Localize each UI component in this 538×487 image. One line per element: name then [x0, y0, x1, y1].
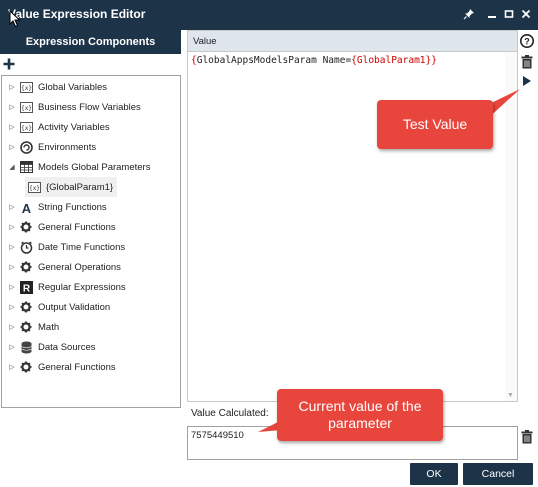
expression-components-tree: ▷ {x} Global Variables ▷ {x} Business Fl…: [1, 75, 181, 408]
tree-item-label: General Functions: [38, 221, 116, 233]
expand-arrow-icon[interactable]: ▷: [7, 283, 17, 291]
tree-item-label: Global Variables: [38, 81, 108, 93]
expression-inner-param: {GlobalParam1}: [351, 55, 432, 66]
trash-icon[interactable]: [521, 55, 533, 69]
tree-item-math[interactable]: ▷ Math: [2, 317, 59, 337]
svg-text:{x}: {x}: [21, 125, 32, 132]
expand-arrow-icon[interactable]: ▷: [7, 83, 17, 91]
vertical-scrollbar[interactable]: ▼: [505, 52, 517, 401]
tree-item-globalparam1[interactable]: {x} {GlobalParam1}: [25, 177, 118, 197]
expand-arrow-icon[interactable]: ▷: [7, 323, 17, 331]
svg-text:R: R: [22, 283, 30, 294]
scroll-down-arrow-icon[interactable]: ▼: [507, 392, 514, 399]
tree-item-label: General Operations: [38, 261, 121, 273]
table-icon: [19, 160, 33, 174]
svg-text:?: ?: [524, 37, 530, 47]
string-icon: A: [19, 200, 33, 214]
tree-item-label: Data Sources: [38, 341, 96, 353]
tree-item-label: Date Time Functions: [38, 241, 126, 253]
svg-text:{x}: {x}: [21, 105, 32, 112]
regex-icon: R: [19, 280, 33, 294]
test-value-callout: Test Value: [377, 100, 493, 149]
value-calculated-result: 7575449510: [191, 430, 244, 441]
expand-arrow-icon[interactable]: ▷: [7, 363, 17, 371]
window-title: Value Expression Editor: [8, 7, 146, 21]
trash-icon[interactable]: [521, 430, 533, 444]
tree-item-general-functions-2[interactable]: ▷ General Functions: [2, 357, 116, 377]
tree-item-environments[interactable]: ▷ Environments: [2, 137, 96, 157]
value-calculated-label: Value Calculated:: [191, 408, 269, 419]
expand-arrow-icon[interactable]: ▷: [7, 103, 17, 111]
variable-icon: {x}: [19, 80, 33, 94]
title-bar: Value Expression Editor: [0, 0, 538, 30]
environment-icon: [19, 140, 33, 154]
tree-item-string-functions[interactable]: ▷ A String Functions: [2, 197, 107, 217]
expand-arrow-icon[interactable]: ▷: [7, 203, 17, 211]
ok-button[interactable]: OK: [410, 463, 458, 485]
gear-icon: [19, 260, 33, 274]
value-header: Value: [188, 31, 517, 52]
svg-text:{x}: {x}: [29, 185, 40, 192]
minimize-icon[interactable]: [484, 6, 500, 22]
tree-item-global-variables[interactable]: ▷ {x} Global Variables: [2, 77, 107, 97]
tree-item-business-flow-variables[interactable]: ▷ {x} Business Flow Variables: [2, 97, 141, 117]
clock-icon: [19, 240, 33, 254]
variable-icon: {x}: [19, 120, 33, 134]
expand-arrow-icon[interactable]: ▷: [7, 343, 17, 351]
tree-item-label: Regular Expressions: [38, 281, 126, 293]
tree-item-label: {GlobalParam1}: [46, 181, 114, 193]
tree-item-general-operations[interactable]: ▷ General Operations: [2, 257, 121, 277]
gear-icon: [19, 300, 33, 314]
expand-arrow-icon[interactable]: ▷: [7, 243, 17, 251]
collapse-arrow-icon[interactable]: ◢: [7, 163, 17, 171]
tree-item-label: Business Flow Variables: [38, 101, 141, 113]
tree-item-date-time-functions[interactable]: ▷ Date Time Functions: [2, 237, 125, 257]
variable-icon: {x}: [27, 180, 41, 194]
tree-item-label: Models Global Parameters: [38, 161, 151, 173]
expand-arrow-icon[interactable]: ▷: [7, 263, 17, 271]
tree-item-models-global-parameters[interactable]: ◢ Models Global Parameters: [2, 157, 150, 177]
expression-text[interactable]: {GlobalAppsModelsParam Name={GlobalParam…: [191, 55, 437, 66]
tree-item-label: String Functions: [38, 201, 107, 213]
tree-item-label: Environments: [38, 141, 97, 153]
pin-icon[interactable]: [461, 6, 477, 22]
tree-item-label: Math: [38, 321, 60, 333]
tree-item-general-functions[interactable]: ▷ General Functions: [2, 217, 116, 237]
cancel-button[interactable]: Cancel: [463, 463, 533, 485]
gear-icon: [19, 220, 33, 234]
svg-text:{x}: {x}: [21, 85, 32, 92]
expression-close-brace: }: [431, 55, 437, 66]
svg-text:A: A: [21, 201, 31, 214]
gear-icon: [19, 320, 33, 334]
maximize-icon[interactable]: [501, 6, 517, 22]
database-icon: [19, 340, 33, 354]
tree-item-data-sources[interactable]: ▷ Data Sources: [2, 337, 96, 357]
tree-item-activity-variables[interactable]: ▷ {x} Activity Variables: [2, 117, 110, 137]
tree-item-regular-expressions[interactable]: ▷ R Regular Expressions: [2, 277, 126, 297]
expand-arrow-icon[interactable]: ▷: [7, 123, 17, 131]
play-icon[interactable]: [522, 75, 532, 87]
tree-item-label: General Functions: [38, 361, 116, 373]
tree-item-output-validation[interactable]: ▷ Output Validation: [2, 297, 110, 317]
variable-icon: {x}: [19, 100, 33, 114]
expression-components-header: Expression Components: [0, 30, 181, 54]
help-icon[interactable]: ?: [520, 34, 534, 48]
expand-arrow-icon[interactable]: ▷: [7, 303, 17, 311]
expand-arrow-icon[interactable]: ▷: [7, 143, 17, 151]
tree-item-label: Activity Variables: [38, 121, 110, 133]
current-value-callout: Current value of the parameter: [277, 389, 443, 441]
mouse-cursor-icon: [9, 10, 21, 28]
tree-item-label: Output Validation: [38, 301, 111, 313]
expand-arrow-icon[interactable]: ▷: [7, 223, 17, 231]
expression-body: GlobalAppsModelsParam Name=: [196, 55, 352, 66]
close-icon[interactable]: [518, 6, 534, 22]
value-editor-panel: Value {GlobalAppsModelsParam Name={Globa…: [187, 30, 518, 402]
plus-icon[interactable]: [2, 57, 16, 71]
gear-icon: [19, 360, 33, 374]
